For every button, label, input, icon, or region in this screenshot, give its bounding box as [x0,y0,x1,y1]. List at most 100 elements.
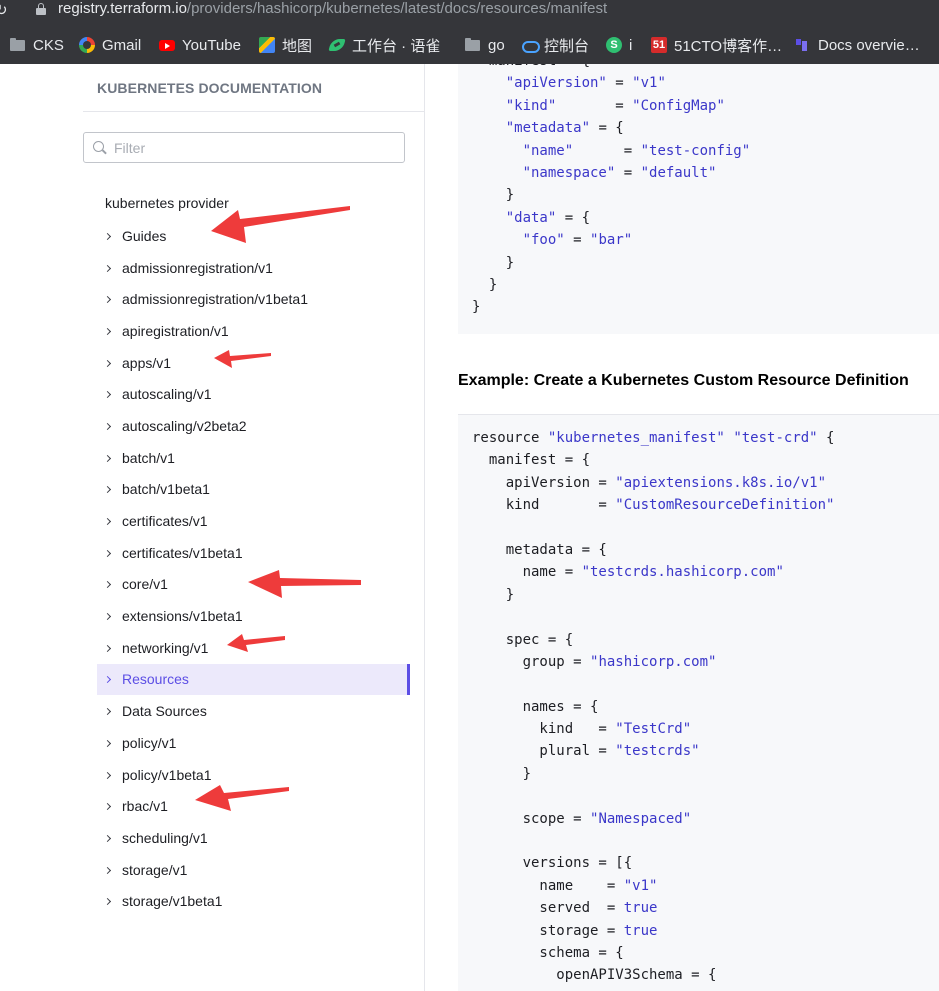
nav-item-apps-v1[interactable]: apps/v1 [97,347,410,379]
cloud-console-icon [521,37,540,53]
nav-list: Guides admissionregistration/v1 admissio… [97,220,410,917]
bookmark-console[interactable]: 控制台 [521,35,589,55]
code-line: spec = { [472,631,574,648]
code-line: } [472,254,515,271]
nav-item-admissionregistration-v1[interactable]: admissionregistration/v1 [97,252,410,284]
code-line: name = "testcrds.hashicorp.com" [472,564,784,581]
code-line: openAPIV3Schema = { [472,967,717,984]
chevron-right-icon [105,675,113,683]
nav-item-storage-v1beta1[interactable]: storage/v1beta1 [97,885,410,917]
code-line: versions = [{ [472,855,633,872]
nav-item-label: batch/v1 [122,449,175,466]
chevron-right-icon [105,866,113,874]
lock-icon[interactable] [36,3,46,15]
chevron-right-icon [105,295,113,303]
code-line: kind = "CustomResourceDefinition" [472,497,835,514]
bookmark-label: 控制台 [544,37,590,55]
nav-item-apiregistration-v1[interactable]: apiregistration/v1 [97,315,410,347]
nav-item-label: batch/v1beta1 [122,481,210,498]
address-bar[interactable]: ↻ registry.terraform.io/providers/hashic… [0,0,939,22]
bookmark-go[interactable]: go [465,35,505,55]
bookmark-yuque[interactable]: 工作台 · 语雀 [329,35,440,55]
nav-item-storage-v1[interactable]: storage/v1 [97,854,410,886]
nav-item-resources[interactable]: Resources [97,663,410,696]
code-line: "foo" = "bar" [522,232,633,249]
sidebar-heading: KUBERNETES DOCUMENTATION [97,80,323,96]
code-line: manifest = { [472,452,591,469]
nav-item-label: Resources [122,671,189,688]
sidebar-divider [83,111,425,112]
bookmark-gmail[interactable]: Gmail [79,35,141,55]
code-line: "namespace" = "default" [522,164,717,181]
nav-item-scheduling-v1[interactable]: scheduling/v1 [97,822,410,854]
nav-item-label: apiregistration/v1 [122,322,229,339]
nav-item-label: admissionregistration/v1beta1 [122,291,308,308]
bookmark-maps[interactable]: 地图 [259,35,312,55]
filter-input[interactable] [114,138,394,158]
terraform-icon [795,37,811,53]
nav-item-label: extensions/v1beta1 [122,608,243,625]
chevron-right-icon [105,644,113,652]
nav-item-certificates-v1[interactable]: certificates/v1 [97,505,410,537]
bookmarks-bar: CKS Gmail YouTube 地图 工作台 · 语雀 go 控制台 Si … [0,30,939,60]
maps-icon [259,37,275,53]
bookmark-label: go [488,36,505,54]
code-line: metadata = { [472,541,607,558]
nav-item-policy-v1beta1[interactable]: policy/v1beta1 [97,759,410,791]
nav-item-certificates-v1beta1[interactable]: certificates/v1beta1 [97,537,410,569]
chevron-right-icon [105,390,113,398]
docs-sidebar: KUBERNETES DOCUMENTATION kubernetes prov… [0,64,425,991]
chevron-right-icon [105,327,113,335]
bookmark-docs-overview[interactable]: Docs overvie… [795,35,920,55]
nav-item-label: Guides [122,227,167,244]
bookmark-label: 51CTO博客作… [674,37,783,55]
chevron-right-icon [105,897,113,905]
filter-box[interactable] [83,132,405,163]
chevron-right-icon [105,359,113,367]
nav-item-extensions-v1beta1[interactable]: extensions/v1beta1 [97,600,410,632]
code-line: } [472,299,481,316]
nav-item-batch-v1[interactable]: batch/v1 [97,442,410,474]
nav-item-rbac-v1[interactable]: rbac/v1 [97,790,410,822]
code-line: name = "v1" [472,877,658,894]
nav-item-label: admissionregistration/v1 [122,259,273,276]
code-line: scope = "Namespaced" [472,810,692,827]
browser-chrome: ↻ registry.terraform.io/providers/hashic… [0,0,939,64]
url-host: registry.terraform.io [58,0,187,17]
url-text[interactable]: registry.terraform.io/providers/hashicor… [58,0,607,18]
nav-item-autoscaling-v2beta2[interactable]: autoscaling/v2beta2 [97,410,410,442]
nav-item-admissionregistration-v1beta1[interactable]: admissionregistration/v1beta1 [97,283,410,315]
nav-item-autoscaling-v1[interactable]: autoscaling/v1 [97,378,410,410]
nav-item-label: rbac/v1 [122,798,168,815]
chevron-right-icon [105,612,113,620]
yuque-icon [329,37,345,53]
reload-icon[interactable]: ↻ [0,1,8,19]
nav-item-policy-v1[interactable]: policy/v1 [97,727,410,759]
chevron-right-icon [105,422,113,430]
chevron-right-icon [105,454,113,462]
nav-item-core-v1[interactable]: core/v1 [97,569,410,601]
nav-item-label: policy/v1beta1 [122,766,212,783]
chevron-right-icon [105,232,113,240]
nav-item-label: policy/v1 [122,734,177,751]
nav-item-networking-v1[interactable]: networking/v1 [97,632,410,664]
bookmark-label: Gmail [102,36,142,54]
nav-item-label: storage/v1 [122,861,188,878]
bookmark-youtube[interactable]: YouTube [159,35,241,55]
nav-item-data-sources[interactable]: Data Sources [97,695,410,727]
code-block-crd: resource "kubernetes_manifest" "test-crd… [458,414,939,991]
chevron-right-icon [105,834,113,842]
nav-item-label: storage/v1beta1 [122,893,223,910]
code-line: } [472,765,532,782]
bookmark-51cto[interactable]: 51 51CTO博客作… [651,35,782,55]
chevron-right-icon [105,485,113,493]
bookmark-i[interactable]: Si [606,35,632,55]
nav-item-guides[interactable]: Guides [97,220,410,252]
bookmark-label: CKS [33,36,64,54]
bookmark-cks[interactable]: CKS [10,35,64,55]
nav-item-batch-v1beta1[interactable]: batch/v1beta1 [97,474,410,506]
provider-link[interactable]: kubernetes provider [105,195,229,211]
